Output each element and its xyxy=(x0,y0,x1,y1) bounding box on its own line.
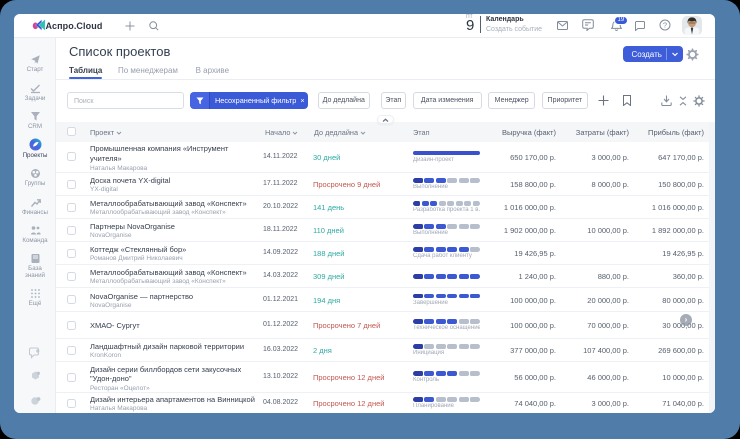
svg-text:?: ? xyxy=(663,21,667,30)
